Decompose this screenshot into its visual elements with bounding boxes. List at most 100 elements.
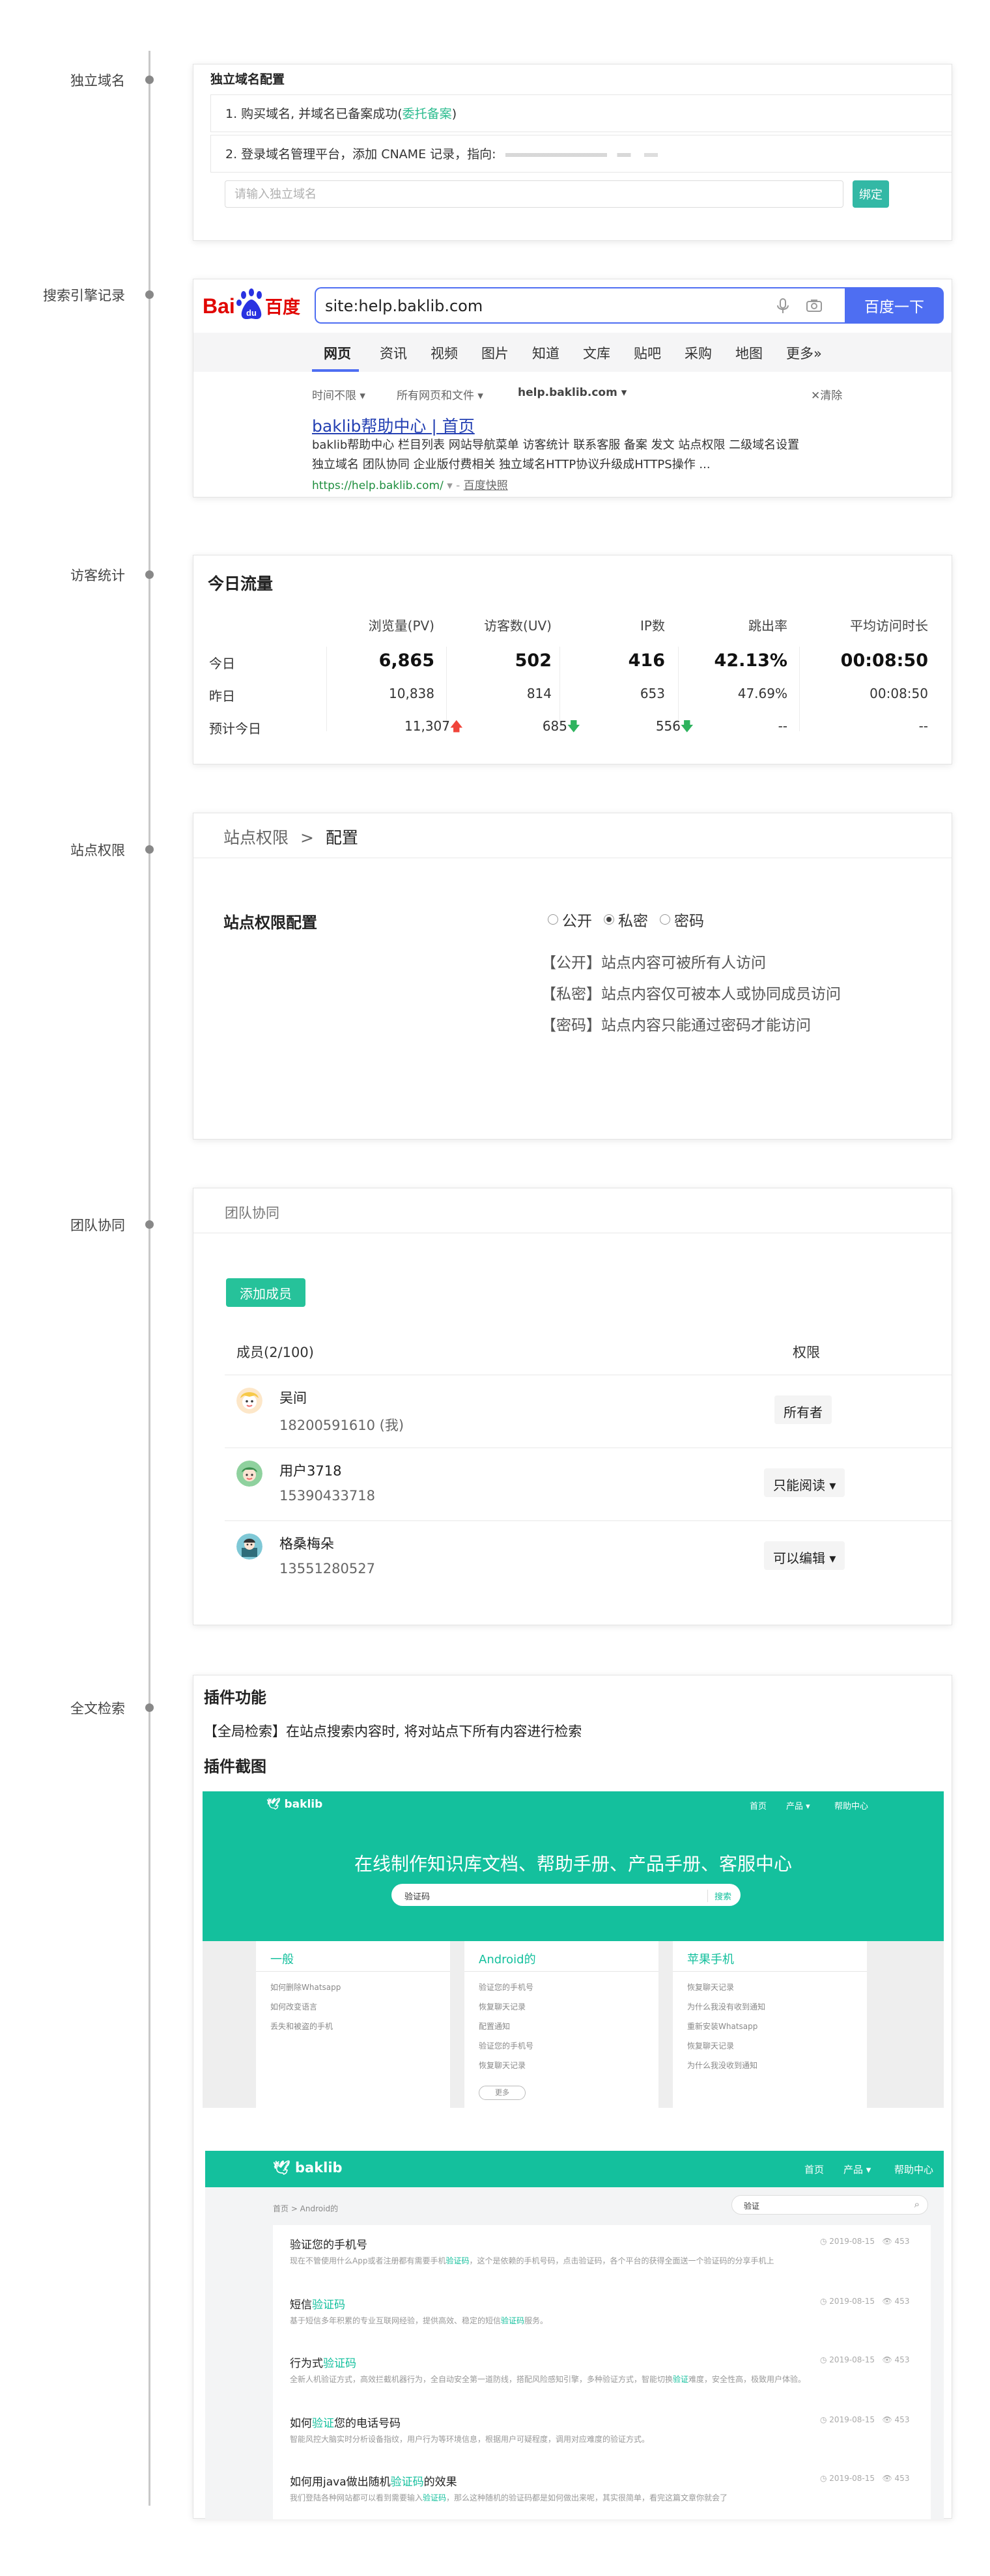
baidu-snapshot-link[interactable]: 百度快照: [464, 479, 508, 492]
stats-column-divider: [326, 647, 327, 731]
forecast-duration: --: [918, 718, 928, 734]
timeline-dot: [145, 76, 154, 84]
stats-header-uv: 访客数(UV): [484, 618, 552, 634]
arrow-down-icon: 🡇: [567, 718, 580, 734]
filter-site[interactable]: help.baklib.com ▾: [518, 386, 627, 399]
stats-header-ip: IP数: [640, 618, 665, 634]
stats-row-yesterday-label: 昨日: [209, 688, 235, 704]
result-meta: ◷ 2019-08-15 👁 453: [820, 2474, 910, 2483]
baidu-tab-map[interactable]: 地图: [735, 343, 763, 363]
permission-desc-password: 【密码】站点内容只能通过密码才能访问: [541, 1017, 811, 1034]
breadcrumb-parent-link[interactable]: 站点权限: [223, 828, 289, 847]
svg-text:Bai: Bai: [203, 294, 235, 318]
add-member-button[interactable]: 添加成员: [226, 1278, 305, 1307]
plugin-title: 插件功能: [204, 1688, 266, 1707]
timeline-dot: [145, 290, 154, 299]
camera-icon[interactable]: [806, 298, 823, 313]
baidu-search-button[interactable]: 百度一下: [845, 287, 944, 324]
microphone-icon[interactable]: [776, 298, 790, 315]
arrow-down-icon: 🡇: [680, 718, 694, 734]
result-desc: 我们登陆各种网站都可以看到需要输入验证码，那么这种随机的验证码都是如何做出来呢，…: [290, 2493, 728, 2502]
member-permission-dropdown[interactable]: 只能阅读 ▾: [764, 1468, 845, 1497]
hero-headline: 在线制作知识库文档、帮助手册、产品手册、客服中心: [354, 1853, 792, 1875]
plugin-card: 插件功能 【全局检索】在站点搜索内容时, 将对站点下所有内容进行检索 插件截图 …: [193, 1675, 952, 2519]
nav-home: 首页: [750, 1802, 767, 1812]
domain-card: 独立域名配置 1. 购买域名, 并域名已备案成功(委托备案) 2. 登录域名管理…: [193, 64, 952, 241]
bind-button[interactable]: 绑定: [853, 180, 889, 208]
baidu-tab-images[interactable]: 图片: [481, 343, 509, 363]
baklib-logo: 🕊 baklib: [266, 1798, 323, 1811]
stats-header-duration: 平均访问时长: [850, 618, 928, 634]
baidu-tab-active-indicator: [312, 369, 359, 372]
search-result-desc-line2: 独立域名 团队协同 企业版付费相关 独立域名HTTP协议升级成HTTPS操作 .…: [312, 458, 711, 471]
timeline-label-permission: 站点权限: [70, 843, 125, 858]
timeline-label-stats: 访客统计: [70, 568, 125, 583]
entrust-filing-link[interactable]: 委托备案: [403, 107, 452, 121]
member-name: 用户3718: [279, 1463, 342, 1479]
hero-search-box: 验证码 搜索: [391, 1884, 741, 1906]
clear-filter-button[interactable]: ✕清除: [811, 386, 842, 402]
filter-filetype[interactable]: 所有网页和文件 ▾: [397, 386, 483, 402]
radio-public[interactable]: 公开: [548, 908, 592, 931]
baidu-tab-news[interactable]: 资讯: [380, 343, 407, 363]
nav-help: 帮助中心: [834, 1802, 869, 1812]
today-duration: 00:08:50: [840, 651, 928, 671]
today-uv: 502: [515, 651, 552, 671]
baidu-tab-tieba[interactable]: 贴吧: [634, 343, 661, 363]
plugin-screenshot-home: 🕊 baklib 首页 产品 ▾ 帮助中心 在线制作知识库文档、帮助手册、产品手…: [203, 1791, 944, 2109]
domain-config-title: 独立域名配置: [210, 72, 285, 87]
result-meta: ◷ 2019-08-15 👁 453: [820, 2237, 910, 2246]
timeline-line: [148, 51, 150, 2506]
radio-circle: [548, 914, 558, 925]
stats-row-forecast-label: 预计今日: [209, 721, 261, 736]
yesterday-uv: 814: [526, 686, 552, 701]
timeline-label-domain: 独立域名: [70, 73, 125, 89]
plugin-screenshot-results: 🕊 baklib 首页 产品 ▾ 帮助中心 首页 > Android的 验证 ⌕…: [205, 2151, 944, 2519]
stats-header-pv: 浏览量(PV): [368, 618, 434, 634]
filter-time[interactable]: 时间不限 ▾: [312, 386, 365, 402]
plugin-desc: 【全局检索】在站点搜索内容时, 将对站点下所有内容进行检索: [204, 1724, 582, 1739]
radio-circle: [660, 914, 670, 925]
member-phone: 13551280527: [279, 1561, 375, 1576]
search-icon: ⌕: [914, 2198, 920, 2210]
result-title: 短信验证码: [290, 2299, 345, 2312]
timeline-label-seo: 搜索引擎记录: [43, 288, 125, 303]
masked-cname-target: [505, 152, 675, 157]
result-meta: ◷ 2019-08-15 👁 453: [820, 2355, 910, 2364]
baidu-tab-web[interactable]: 网页: [324, 343, 351, 363]
results-search-box: 验证 ⌕: [731, 2195, 928, 2215]
seo-card: Bai du 百度 site:help.baklib.com 百度一下 网页 资…: [193, 279, 952, 497]
baidu-search-input[interactable]: site:help.baklib.com: [315, 287, 845, 324]
member-name: 格桑梅朵: [279, 1536, 334, 1552]
avatar: [236, 1388, 262, 1414]
search-result-title-link[interactable]: baklib帮助中心 | 首页: [312, 413, 475, 437]
baidu-tab-zhidao[interactable]: 知道: [532, 343, 559, 363]
result-meta: ◷ 2019-08-15 👁 453: [820, 2415, 910, 2424]
permission-config-label: 站点权限配置: [223, 914, 317, 932]
results-list: 验证您的手机号 现在不管使用什么App或者注册都有需要手机验证码，这个是依赖的手…: [273, 2225, 931, 2519]
member-permission-dropdown[interactable]: 可以编辑 ▾: [764, 1541, 845, 1570]
result-title: 行为式验证码: [290, 2357, 356, 2370]
breadcrumb-current: 配置: [325, 828, 358, 847]
avatar: [236, 1533, 262, 1560]
yesterday-duration: 00:08:50: [870, 686, 928, 701]
baidu-tab-purchase[interactable]: 采购: [685, 343, 712, 363]
result-meta: ◷ 2019-08-15 👁 453: [820, 2297, 910, 2306]
permission-column-header: 权限: [793, 1345, 820, 1360]
category-column: 一般 如何删除Whatsapp 如何改变语言 丢失和被盗的手机: [256, 1941, 450, 2108]
radio-private[interactable]: 私密: [604, 908, 648, 931]
timeline-dot: [145, 1703, 154, 1712]
members-column-header: 成员(2/100): [236, 1345, 314, 1360]
baidu-tab-more[interactable]: 更多»: [786, 343, 822, 363]
stats-column-divider: [799, 647, 800, 731]
domain-input[interactable]: [225, 180, 843, 208]
radio-password[interactable]: 密码: [660, 908, 704, 931]
baidu-query-text: site:help.baklib.com: [325, 297, 483, 315]
timeline-dot: [145, 1220, 154, 1229]
today-bounce: 42.13%: [714, 651, 787, 671]
baidu-tab-video[interactable]: 视频: [431, 343, 458, 363]
baidu-tab-wenku[interactable]: 文库: [583, 343, 610, 363]
timeline-dot: [145, 570, 154, 579]
member-phone: 18200591610 (我): [279, 1418, 404, 1433]
forecast-pv: 11,307: [404, 718, 450, 734]
